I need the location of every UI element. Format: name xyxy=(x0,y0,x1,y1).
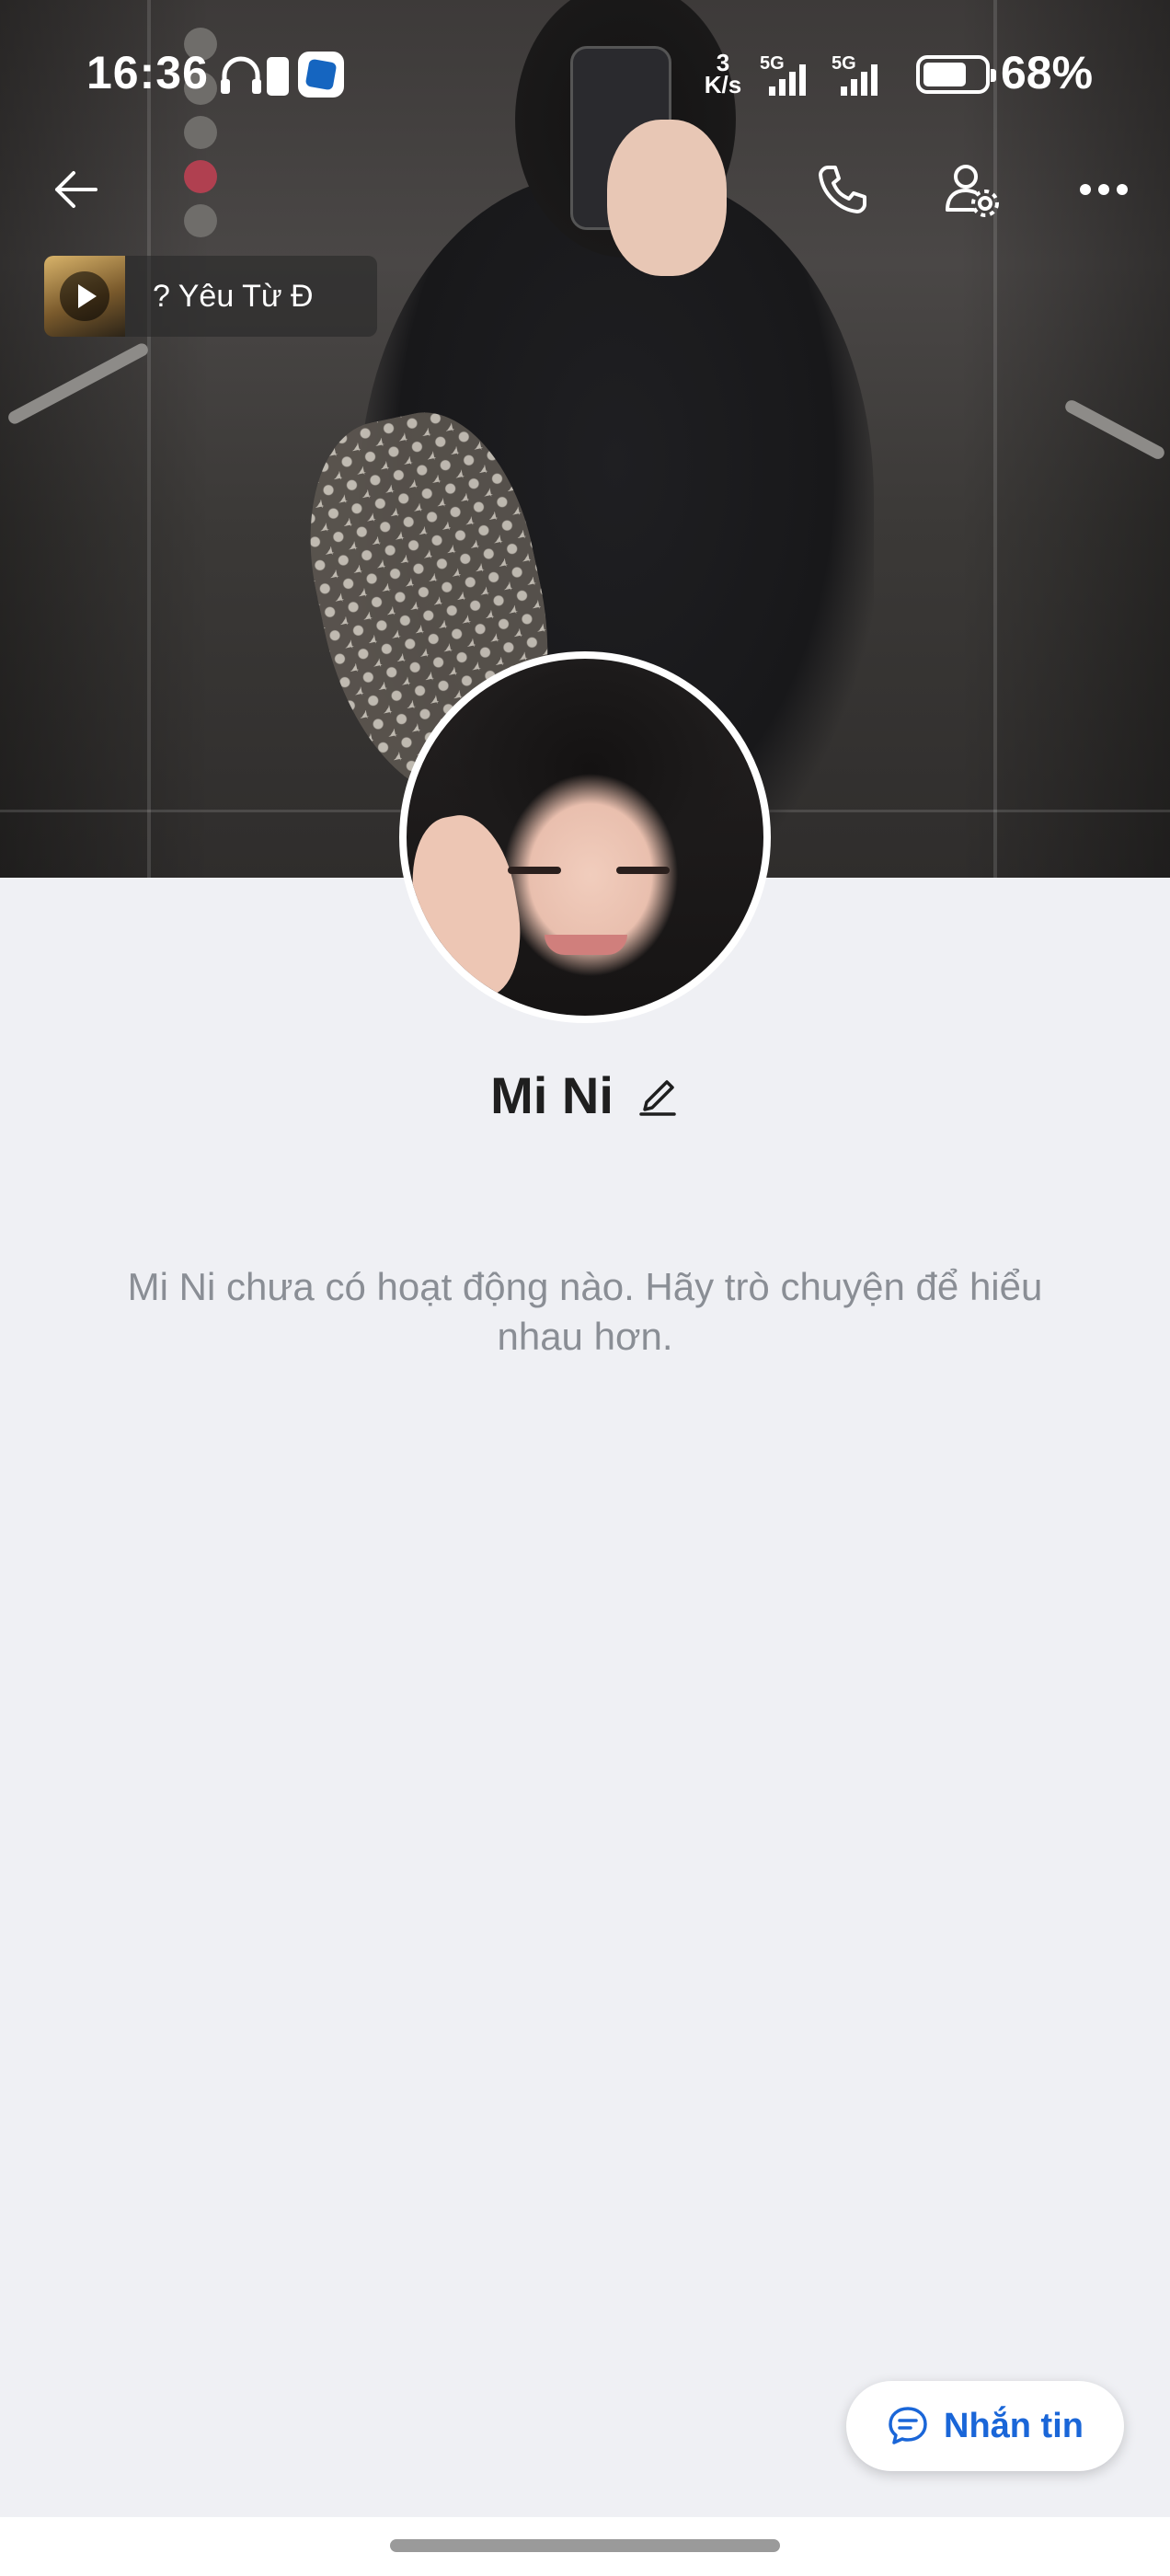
more-icon xyxy=(1080,184,1128,195)
signal-icon: 5G xyxy=(760,53,824,96)
empty-activity-message: Mi Ni chưa có hoạt động nào. Hãy trò chu… xyxy=(127,1265,1043,1358)
play-icon[interactable] xyxy=(60,271,109,321)
back-button[interactable] xyxy=(39,153,112,226)
profile-music-chip[interactable]: ? Yêu Từ Đ xyxy=(44,256,377,337)
network-speed: 3 K/s xyxy=(704,49,742,98)
handrail-right xyxy=(1062,397,1167,462)
app-notification-icon xyxy=(298,52,344,98)
profile-name-row: Mi Ni xyxy=(0,1058,1170,1132)
battery-icon xyxy=(916,55,996,94)
back-arrow-icon xyxy=(55,171,98,208)
edit-name-button[interactable] xyxy=(636,1073,680,1117)
call-button[interactable] xyxy=(806,153,879,226)
profile-settings-button[interactable] xyxy=(935,153,1008,226)
chat-bubble-icon xyxy=(889,2407,927,2444)
more-options-button[interactable] xyxy=(1067,153,1141,226)
profile-screen: 16:36 3 K/s 5G 5G 68% ? Yêu Từ Đ Mi Ni M… xyxy=(0,0,1170,2576)
user-settings-icon xyxy=(946,165,999,217)
music-thumbnail xyxy=(44,256,125,337)
avatar-eye-left xyxy=(508,867,561,874)
status-time: 16:36 xyxy=(86,47,209,98)
headphones-icon xyxy=(219,55,263,96)
avatar-mouth xyxy=(545,935,627,955)
avatar-eye-right xyxy=(616,867,670,874)
avatar-hand xyxy=(407,807,533,1007)
send-message-label: Nhắn tin xyxy=(944,2406,1084,2445)
send-message-button[interactable]: Nhắn tin xyxy=(846,2381,1124,2471)
handrail-left xyxy=(6,340,151,427)
phone-call-icon xyxy=(819,166,866,213)
music-title: ? Yêu Từ Đ xyxy=(153,278,314,314)
home-indicator[interactable] xyxy=(390,2539,780,2552)
battery-percent: 68% xyxy=(1001,47,1094,98)
avatar[interactable] xyxy=(399,651,771,1023)
pencil-icon xyxy=(639,1080,676,1116)
battery-saver-icon xyxy=(267,57,289,96)
profile-name: Mi Ni xyxy=(490,1065,614,1124)
signal-icon: 5G xyxy=(832,53,896,96)
status-bar: 16:36 3 K/s 5G 5G 68% xyxy=(0,0,1170,147)
